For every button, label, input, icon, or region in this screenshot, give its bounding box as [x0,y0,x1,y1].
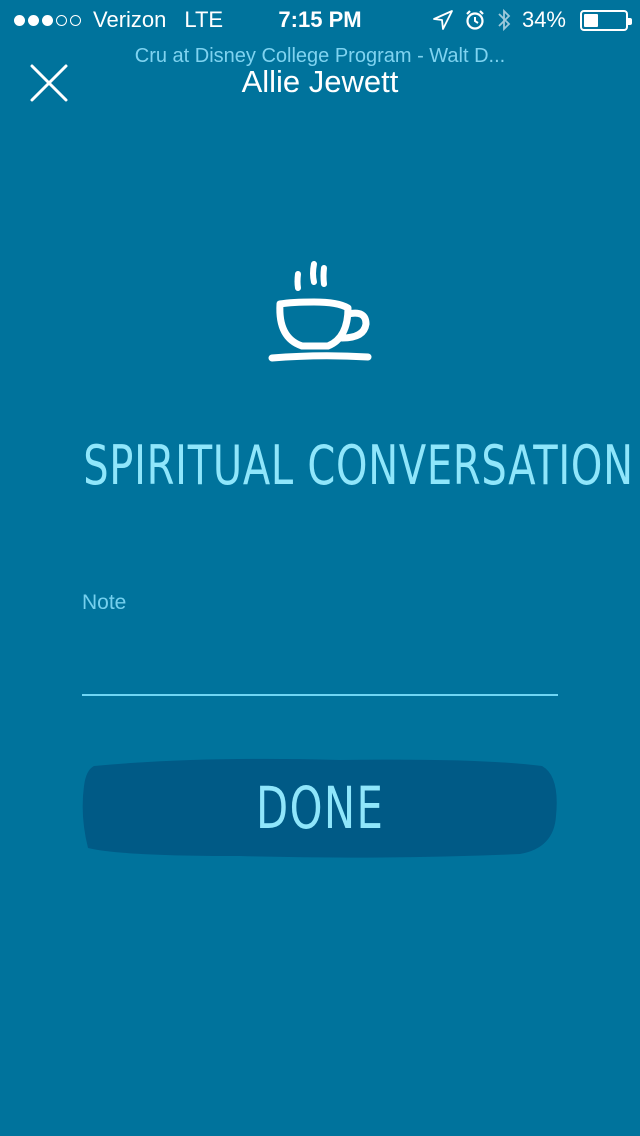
battery-tip [628,17,632,25]
bluetooth-icon [498,8,511,32]
coffee-cup-icon [268,261,372,362]
battery-icon [580,9,632,31]
note-input[interactable] [82,620,558,696]
done-button[interactable]: DONE [80,756,560,860]
nav-title: Allie Jewett [241,64,399,99]
alarm-clock-icon [466,10,484,30]
location-arrow-icon [433,10,453,30]
note-label: Note [82,591,127,614]
close-icon [30,64,68,102]
interaction-type-heading: SPIRITUAL CONVERSATION [83,434,634,497]
battery-fill [584,13,598,27]
status-bar: Verizon LTE 7:15 PM 34% [0,0,640,40]
done-button-label: DONE [255,774,385,842]
status-right: 34% [432,7,632,33]
close-button[interactable] [28,62,70,104]
battery-percent: 34% [521,7,566,32]
